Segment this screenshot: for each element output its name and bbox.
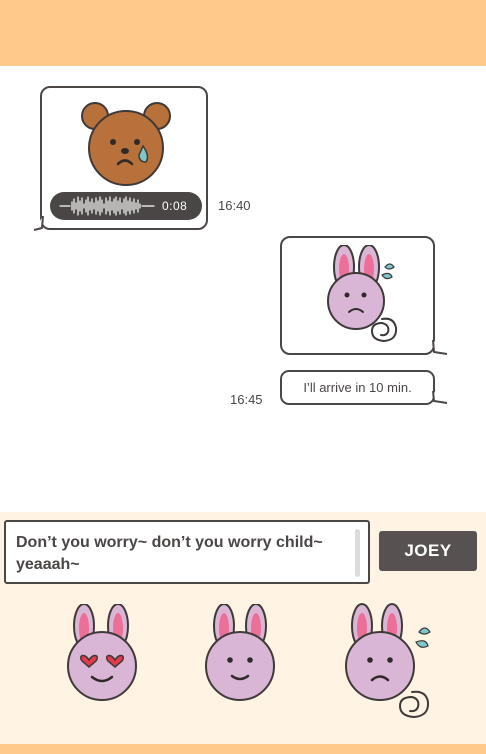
voice-message-player[interactable]: 0:08 [50,192,202,220]
bubble-tail [432,340,448,355]
message-text: I’ll arrive in 10 min. [303,380,412,395]
waveform-icon [59,196,155,216]
bubble-tail [432,391,448,404]
voice-duration: 0:08 [162,199,188,213]
bubble-tail [33,216,44,231]
message-input-value: Don’t you worry~ don’t you worry child~ … [16,534,323,573]
chat-area[interactable]: 0:08 16:40 16:45 I’ll arrive in 10 min. [0,66,486,512]
message-timestamp: 16:40 [218,198,251,213]
message-bubble-received[interactable]: 0:08 [40,86,208,230]
message-timestamp: 16:45 [230,392,263,407]
composer-panel: Don’t you worry~ don’t you worry child~ … [0,512,486,744]
heart-eyes-bunny-sticker[interactable] [64,604,144,704]
send-button[interactable]: JOEY [379,531,477,571]
header-bar [0,0,486,66]
worried-bunny-sticker[interactable] [340,602,440,726]
sad-bear-sticker [81,102,171,186]
message-bubble-sent[interactable] [280,236,435,355]
smiling-bunny-sticker[interactable] [202,604,282,704]
input-scrollbar[interactable] [355,529,360,577]
footer-bar [0,744,486,754]
message-input[interactable]: Don’t you worry~ don’t you worry child~ … [4,520,370,584]
worried-bunny-sticker [327,245,398,343]
message-bubble-sent[interactable]: I’ll arrive in 10 min. [280,370,435,405]
